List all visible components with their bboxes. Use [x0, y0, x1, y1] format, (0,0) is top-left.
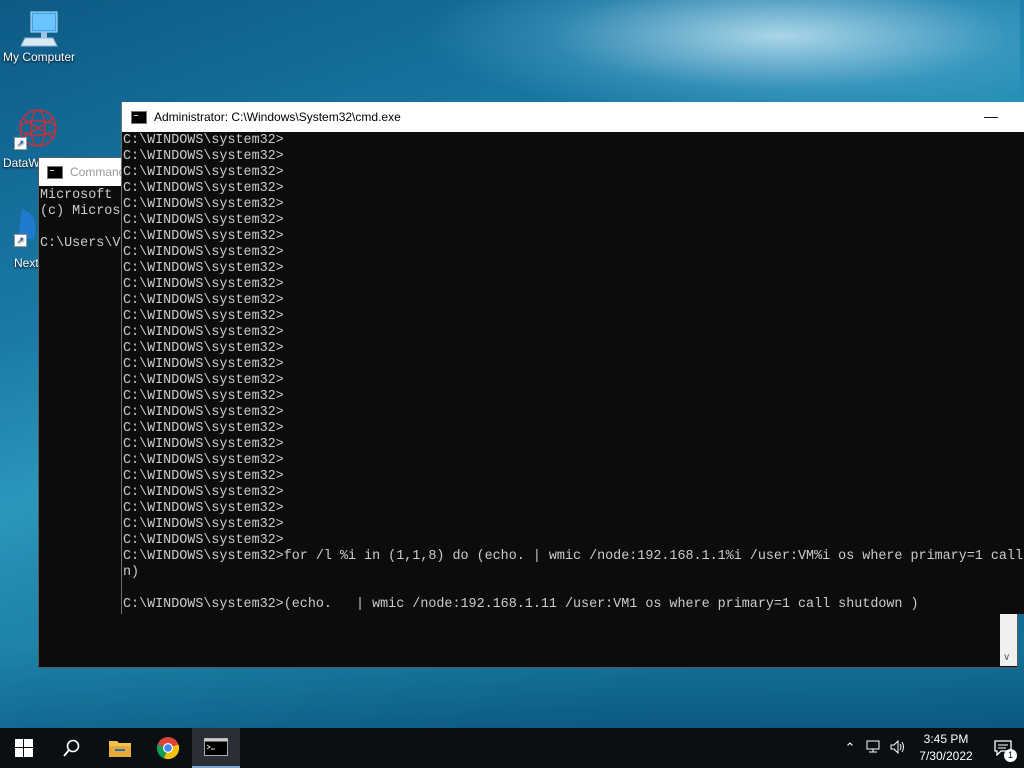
computer-icon [17, 8, 61, 48]
desktop-icon-dataw[interactable]: ↗ DataW [0, 106, 57, 170]
desktop-icon-next[interactable]: ↗ Next [0, 205, 40, 270]
network-icon[interactable] [862, 740, 886, 757]
cmd-taskbar-button[interactable] [192, 728, 240, 768]
file-explorer-icon [109, 741, 131, 757]
console-line: (c) Microso [40, 204, 129, 219]
system-tray: ⌃ 3:45 PM 7/30/2022 1 [838, 728, 1024, 768]
chrome-icon [156, 737, 180, 760]
volume-icon[interactable] [886, 739, 910, 757]
taskbar: ⌃ 3:45 PM 7/30/2022 1 [0, 728, 1024, 768]
search-button[interactable] [48, 728, 96, 768]
minimize-button[interactable]: — [981, 109, 1001, 125]
console-text: C:\WINDOWS\system32> C:\WINDOWS\system32… [123, 133, 1023, 612]
action-center-button[interactable]: 1 [982, 728, 1024, 768]
desktop-icon-label: DataW [3, 156, 40, 170]
clock[interactable]: 3:45 PM 7/30/2022 [910, 731, 982, 765]
console-line: C:\Users\VM [40, 236, 129, 251]
console-output[interactable]: C:\WINDOWS\system32> C:\WINDOWS\system32… [122, 132, 1024, 613]
shortcut-arrow-icon: ↗ [14, 137, 27, 150]
cmd-icon [47, 165, 63, 179]
notification-count-badge: 1 [1004, 749, 1017, 762]
scroll-down-arrow-icon[interactable]: ∨ [1003, 652, 1010, 663]
vertical-scrollbar[interactable]: ∨ [1000, 613, 1017, 666]
start-button[interactable] [0, 728, 48, 768]
admin-cmd-window[interactable]: Administrator: C:\Windows\System32\cmd.e… [121, 102, 1024, 614]
desktop-icon-label: Next [14, 256, 39, 270]
desktop-icon-my-computer[interactable]: My Computer [0, 8, 78, 64]
chrome-button[interactable] [144, 728, 192, 768]
file-explorer-button[interactable] [96, 728, 144, 768]
window-titlebar[interactable]: Administrator: C:\Windows\System32\cmd.e… [122, 102, 1024, 132]
search-icon [63, 739, 80, 757]
window-title: Administrator: C:\Windows\System32\cmd.e… [154, 110, 401, 124]
dataw-app-icon: ↗ [14, 106, 60, 150]
cmd-icon [204, 738, 228, 756]
window-title: Command [70, 165, 126, 179]
clock-time: 3:45 PM [923, 732, 969, 746]
clock-date: 7/30/2022 [919, 749, 973, 763]
start-icon [15, 739, 33, 757]
shortcut-arrow-icon: ↗ [14, 234, 27, 247]
chevron-up-icon[interactable]: ⌃ [838, 740, 862, 756]
cmd-icon [131, 110, 147, 124]
desktop-icon-label: My Computer [2, 50, 76, 64]
console-line: Microsoft ( [40, 188, 129, 203]
next-app-icon: ↗ [14, 205, 40, 247]
